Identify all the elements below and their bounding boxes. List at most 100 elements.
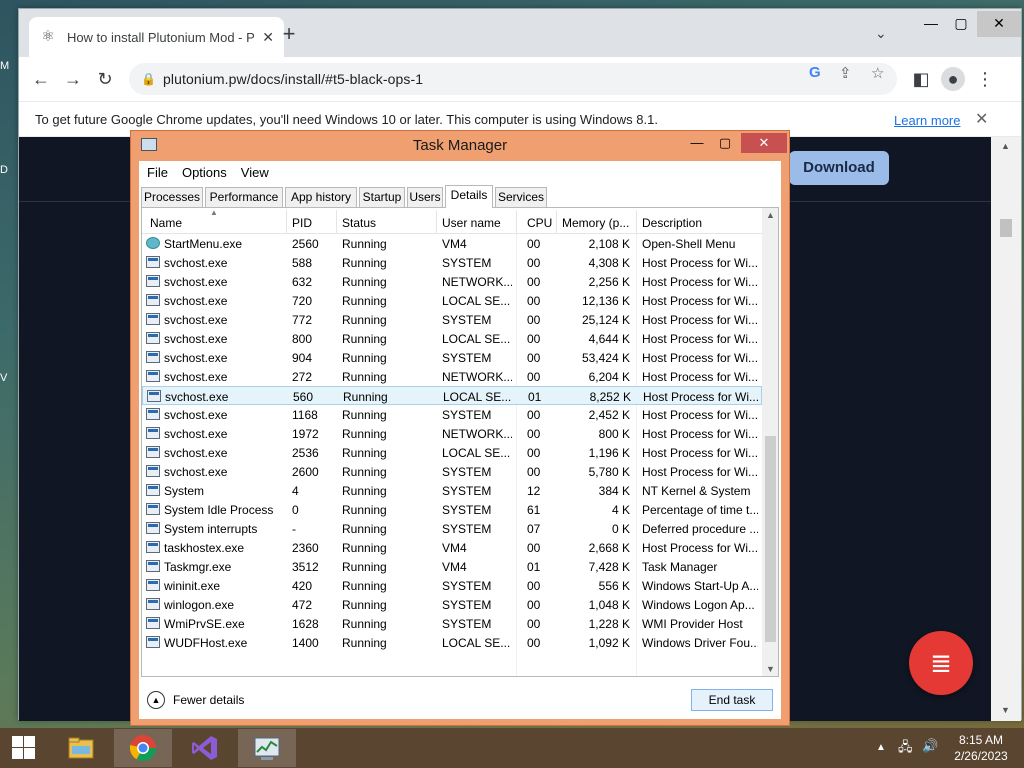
close-window-icon[interactable]: ✕ <box>741 133 787 153</box>
table-row[interactable]: svchost.exe 588 Running SYSTEM 00 4,308 K Host… <box>142 253 762 272</box>
column-cpu[interactable]: CPU <box>527 216 552 230</box>
scroll-down-icon[interactable]: ▼ <box>1001 705 1010 715</box>
table-row[interactable]: svchost.exe 800 Running LOCAL SE... 00 4,644 … <box>142 329 762 348</box>
column-status[interactable]: Status <box>342 216 376 230</box>
chevron-up-icon[interactable]: ▲ <box>147 691 165 709</box>
table-row[interactable]: wininit.exe 420 Running SYSTEM 00 556 K Window… <box>142 576 762 595</box>
browser-tab[interactable]: ⚛ How to install Plutonium Mod - P ✕ <box>29 17 284 57</box>
process-memory: 4,308 K <box>588 256 630 270</box>
process-window-icon <box>146 503 160 515</box>
taskbar-task-manager[interactable] <box>238 729 296 767</box>
learn-more-link[interactable]: Learn more <box>894 113 960 128</box>
minimize-icon[interactable]: — <box>919 11 943 37</box>
process-status: Running <box>342 446 387 460</box>
forward-icon[interactable]: → <box>61 67 85 91</box>
maximize-icon[interactable]: ▢ <box>949 11 973 37</box>
tab-details[interactable]: Details <box>445 185 493 208</box>
bookmark-star-icon[interactable]: ☆ <box>871 64 884 82</box>
column-user-name[interactable]: User name <box>442 216 501 230</box>
menu-view[interactable]: View <box>241 165 269 180</box>
side-panel-icon[interactable]: ◧ <box>909 67 933 91</box>
table-row[interactable]: svchost.exe 1168 Running SYSTEM 00 2,452 K Hos… <box>142 405 762 424</box>
tab-users[interactable]: Users <box>407 187 443 207</box>
taskbar-visual-studio[interactable] <box>176 729 234 767</box>
address-bar[interactable]: 🔒 plutonium.pw/docs/install/#t5-black-op… <box>129 63 897 95</box>
process-memory: 1,228 K <box>588 617 630 631</box>
column-memory[interactable]: Memory (p... <box>562 216 629 230</box>
close-window-icon[interactable]: ✕ <box>977 11 1021 37</box>
hamburger-menu-icon[interactable]: ≣ <box>909 631 973 695</box>
windows-start-icon[interactable] <box>0 728 48 768</box>
maximize-icon[interactable]: ▢ <box>711 133 739 153</box>
menu-file[interactable]: File <box>147 165 168 180</box>
network-icon[interactable]: 🖧 <box>898 738 913 760</box>
table-row[interactable]: WmiPrvSE.exe 1628 Running SYSTEM 00 1,228 K WM… <box>142 614 762 633</box>
process-description: Host Process for Wi... <box>642 446 758 460</box>
taskbar-chrome[interactable] <box>114 729 172 767</box>
table-row[interactable]: svchost.exe 2600 Running SYSTEM 00 5,780 K Hos… <box>142 462 762 481</box>
table-row[interactable]: StartMenu.exe 2560 Running VM4 00 2,108 K Open… <box>142 234 762 253</box>
table-row[interactable]: WUDFHost.exe 1400 Running LOCAL SE... 00 1,09… <box>142 633 762 652</box>
table-row[interactable]: svchost.exe 632 Running NETWORK... 00 2,256 K… <box>142 272 762 291</box>
kebab-menu-icon[interactable]: ⋮ <box>973 67 997 91</box>
table-row[interactable]: svchost.exe 904 Running SYSTEM 00 53,424 K Hos… <box>142 348 762 367</box>
scrollbar-thumb[interactable] <box>1000 219 1012 237</box>
tab-processes[interactable]: Processes <box>141 187 203 207</box>
tab-performance[interactable]: Performance <box>205 187 283 207</box>
table-row[interactable]: svchost.exe 2536 Running LOCAL SE... 00 1,196… <box>142 443 762 462</box>
tray-chevron-up-icon[interactable]: ▲ <box>876 742 886 753</box>
chevron-down-icon[interactable]: ⌄ <box>875 25 887 42</box>
process-pid: 2360 <box>292 541 319 555</box>
process-cpu: 00 <box>527 351 541 365</box>
table-row[interactable]: System 4 Running SYSTEM 12 384 K NT Kernel & S… <box>142 481 762 500</box>
table-row[interactable]: System interrupts - Running SYSTEM 07 0 K Defe… <box>142 519 762 538</box>
column-pid[interactable]: PID <box>292 216 312 230</box>
profile-avatar-icon[interactable]: ● <box>941 67 965 91</box>
column-name[interactable]: Name <box>150 216 182 230</box>
table-row[interactable]: System Idle Process 0 Running SYSTEM 61 4 K Pe… <box>142 500 762 519</box>
minimize-icon[interactable]: — <box>683 133 711 153</box>
menu-options[interactable]: Options <box>182 165 227 180</box>
tab-startup[interactable]: Startup <box>359 187 405 207</box>
new-tab-icon[interactable]: + <box>277 23 301 47</box>
tab-app-history[interactable]: App history <box>285 187 357 207</box>
process-user: LOCAL SE... <box>442 332 511 346</box>
scroll-down-icon[interactable]: ▼ <box>766 664 775 674</box>
process-pid: 632 <box>292 275 313 289</box>
page-scrollbar[interactable]: ▲ ▼ <box>991 137 1021 721</box>
process-list-scrollbar[interactable]: ▲ ▼ <box>762 208 778 676</box>
process-name: svchost.exe <box>164 351 228 365</box>
task-manager-titlebar[interactable]: Task Manager — ▢ ✕ <box>131 131 789 159</box>
column-description[interactable]: Description <box>642 216 702 230</box>
table-row[interactable]: taskhostex.exe 2360 Running VM4 00 2,668 K Hos… <box>142 538 762 557</box>
scrollbar-thumb[interactable] <box>765 436 776 642</box>
download-button[interactable]: Download <box>789 151 889 185</box>
google-translate-icon[interactable]: G <box>809 64 821 81</box>
table-row[interactable]: svchost.exe 1972 Running NETWORK... 00 800 K H… <box>142 424 762 443</box>
process-name: svchost.exe <box>164 408 228 422</box>
share-icon[interactable]: ⇪ <box>839 64 852 82</box>
atom-favicon-icon: ⚛ <box>41 28 55 45</box>
reload-icon[interactable]: ↻ <box>93 67 117 91</box>
end-task-button[interactable]: End task <box>691 689 773 711</box>
table-row[interactable]: svchost.exe 772 Running SYSTEM 00 25,124 K Hos… <box>142 310 762 329</box>
process-user: SYSTEM <box>442 408 492 422</box>
process-description: Host Process for Wi... <box>642 294 758 308</box>
system-clock[interactable]: 8:15 AM 2/26/2023 <box>946 732 1016 764</box>
table-row[interactable]: svchost.exe 560 Running LOCAL SE... 01 8,252 … <box>142 386 762 405</box>
back-icon[interactable]: ← <box>29 67 53 91</box>
close-infobar-icon[interactable]: ✕ <box>975 109 988 129</box>
scroll-up-icon[interactable]: ▲ <box>766 210 775 220</box>
tab-services[interactable]: Services <box>495 187 547 207</box>
table-row[interactable]: svchost.exe 720 Running LOCAL SE... 00 12,136… <box>142 291 762 310</box>
close-tab-icon[interactable]: ✕ <box>262 29 274 46</box>
table-row[interactable]: winlogon.exe 472 Running SYSTEM 00 1,048 K Win… <box>142 595 762 614</box>
scroll-up-icon[interactable]: ▲ <box>1001 141 1010 151</box>
taskbar-file-explorer[interactable] <box>52 729 110 767</box>
table-row[interactable]: Taskmgr.exe 3512 Running VM4 01 7,428 K Task M… <box>142 557 762 576</box>
process-user: VM4 <box>442 560 467 574</box>
process-window-icon <box>146 351 160 363</box>
table-row[interactable]: svchost.exe 272 Running NETWORK... 00 6,204 K… <box>142 367 762 386</box>
volume-icon[interactable]: 🔊 <box>922 738 938 754</box>
fewer-details-button[interactable]: Fewer details <box>173 693 244 707</box>
